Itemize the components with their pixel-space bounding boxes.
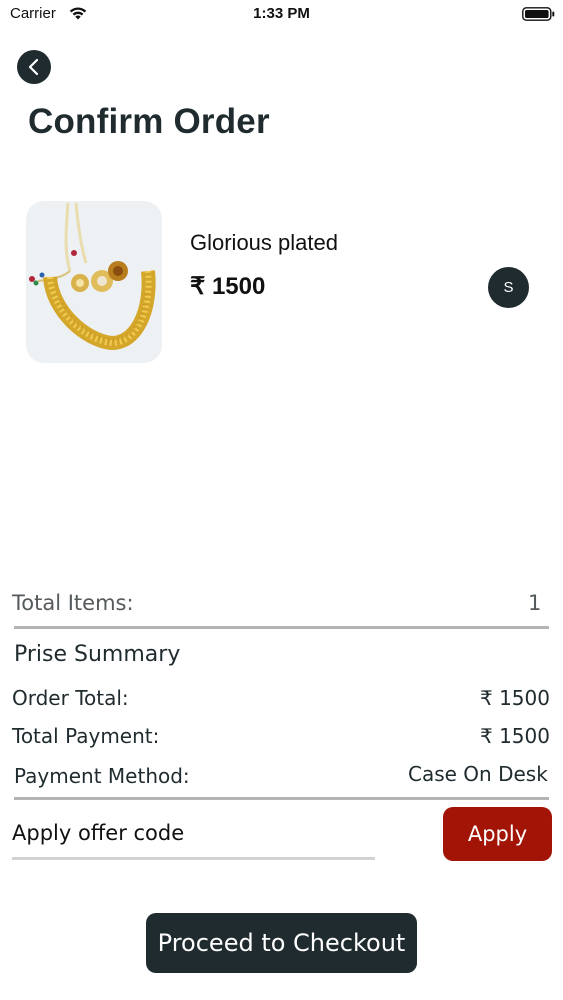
offer-code-input[interactable]: Apply offer code: [12, 821, 184, 845]
order-total-value: ₹ 1500: [480, 686, 550, 710]
total-items-value: 1: [528, 591, 542, 615]
page-title: Confirm Order: [28, 102, 270, 141]
status-time: 1:33 PM: [253, 5, 310, 22]
total-payment-label: Total Payment:: [12, 724, 160, 748]
apply-button[interactable]: Apply: [443, 807, 552, 861]
order-total-label: Order Total:: [12, 686, 129, 710]
offer-code-underline: [12, 857, 375, 860]
proceed-to-checkout-button[interactable]: Proceed to Checkout: [146, 913, 417, 973]
total-payment-value: ₹ 1500: [480, 724, 550, 748]
payment-method-value: Case On Desk: [408, 762, 548, 786]
status-bar: Carrier 1:33 PM: [0, 0, 563, 30]
total-items-label: Total Items:: [12, 591, 134, 615]
divider: [14, 797, 549, 800]
product-price: ₹ 1500: [190, 273, 266, 300]
size-badge[interactable]: S: [488, 267, 529, 308]
price-summary-heading: Prise Summary: [14, 642, 181, 667]
product-image: [26, 201, 162, 363]
product-name: Glorious plated: [190, 230, 338, 255]
battery-icon: [522, 7, 555, 21]
back-button[interactable]: [17, 50, 51, 84]
chevron-left-icon: [28, 58, 39, 76]
divider: [14, 626, 549, 629]
payment-method-label: Payment Method:: [14, 764, 190, 788]
